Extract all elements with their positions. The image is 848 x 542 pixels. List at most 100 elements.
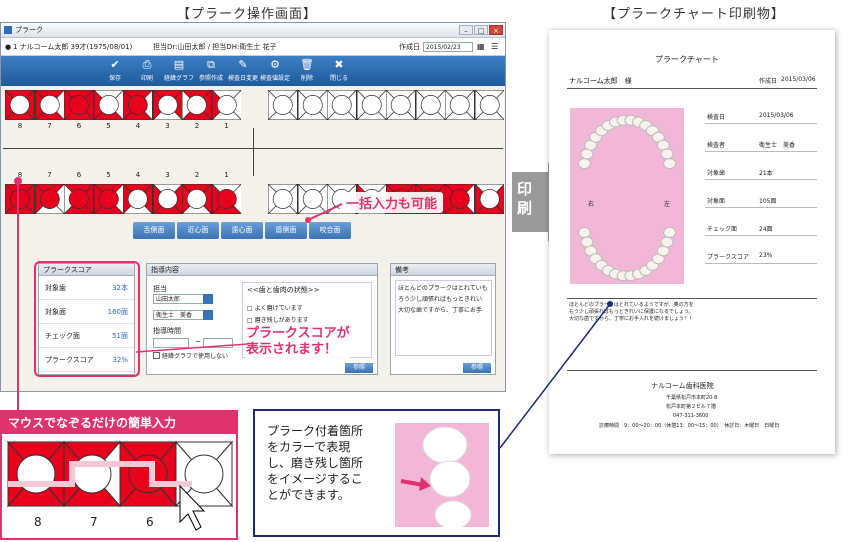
print-sheet-title: 【プラークチャート印刷物】 [603, 7, 785, 22]
sheet-row-label: 対象面 [707, 198, 726, 205]
title-bar: プラーク – □ × [1, 23, 505, 38]
chevron-down-icon[interactable] [203, 294, 213, 304]
sheet-row-value: 21本 [759, 170, 773, 177]
tooth-cell[interactable] [182, 184, 212, 214]
divider [705, 263, 817, 264]
divider [705, 123, 817, 124]
toolbar-button-3[interactable]: ⧉ 参照作成 [195, 56, 227, 86]
tooth-cell[interactable] [474, 90, 505, 120]
tooth-cell[interactable] [297, 90, 328, 120]
tooth-cell[interactable] [93, 184, 124, 214]
minimize-button[interactable]: – [459, 25, 473, 35]
zoom-box: マウスでなぞるだけの簡単入力 8 7 6 [0, 410, 238, 540]
sheet-row-label: プラークスコア [707, 254, 749, 261]
tooth-cell[interactable] [327, 90, 357, 120]
tooth-number: 3 [165, 122, 170, 130]
score-callout: プラークスコアが 表示されます！ [246, 326, 350, 358]
surface-button[interactable]: 近心面 [177, 222, 219, 239]
guidance-ref-button[interactable]: 参照 [345, 363, 373, 373]
tooth-number: 4 [135, 122, 141, 130]
toolbar-button-5[interactable]: ⚙ 検査値設定 [259, 56, 291, 86]
tooth-cell[interactable] [445, 184, 475, 214]
tooth-number: 1 [224, 171, 229, 179]
score-callout-pointer [135, 343, 249, 353]
sheet-row-value: 24面 [759, 226, 773, 233]
left-label: 左 [664, 201, 671, 208]
tooth-cell[interactable] [386, 90, 416, 120]
lower-tooth [660, 236, 674, 248]
staff-select-1[interactable]: 山田太郎 [153, 294, 209, 304]
tooth-number: 2 [194, 171, 200, 179]
toolbar-label: 経緯グラフ [163, 75, 194, 82]
tooth-cell[interactable] [64, 90, 94, 120]
list-icon[interactable]: ☰ [491, 38, 498, 56]
tooth-number: 1 [224, 122, 229, 130]
staff-select-2[interactable]: 衛生士 美香 [153, 310, 209, 320]
tooth-number: 6 [76, 171, 82, 179]
patient-info-bar: ● 1 ナルコーム太郎 39才(1975/08/01) 担当Dr:山田太郎 / … [1, 38, 505, 56]
calendar-icon[interactable]: ▦ [477, 38, 485, 56]
tooth-cell[interactable] [123, 184, 153, 214]
maximize-button[interactable]: □ [474, 25, 488, 35]
tooth-cell[interactable] [211, 90, 242, 120]
state-title: <<歯と歯肉の状態>> [247, 286, 320, 294]
toolbar-label: 検査日変更 [227, 75, 258, 82]
created-date-field[interactable]: 2015/02/23 [423, 42, 473, 52]
zoom-occlusal[interactable] [72, 454, 112, 494]
toolbar-button-0[interactable]: ✔ 保存 [99, 56, 131, 86]
zoom-occlusal[interactable] [128, 454, 168, 494]
tooth-number: 6 [76, 122, 82, 130]
tooth-diagram: 右 左 [570, 108, 684, 284]
tooth-cell[interactable] [182, 90, 212, 120]
toolbar-button-7[interactable]: ✖ 閉じる [323, 56, 355, 86]
toolbar-icon: ▤ [173, 58, 185, 71]
tooth-cell[interactable] [34, 184, 65, 214]
sheet-patient: ナルコーム太郎 様 [569, 77, 632, 85]
sheet-created-label: 作成日 [759, 78, 778, 85]
surface-button[interactable]: 遠心面 [221, 222, 263, 239]
tooth-number: 3 [165, 171, 170, 179]
toolbar-label: 閉じる [329, 75, 348, 82]
clinic-address1: 千葉県松戸市本町20-8 [666, 395, 718, 401]
clinic-phone: 047-311-3600 [673, 413, 709, 419]
note-ref-button[interactable]: 参照 [463, 363, 491, 373]
zoom-tooth-number: 7 [90, 515, 98, 529]
note-textbox[interactable]: ほとんどのプラークはとれていも ろう少し頑張ればもっときれい 大切な歯ですから、… [395, 280, 492, 356]
tooth-cell[interactable] [356, 90, 387, 120]
surface-button[interactable]: 舌側面 [133, 222, 175, 239]
tooth-cell[interactable] [268, 184, 298, 214]
tooth-cell[interactable] [64, 184, 94, 214]
clinic-hours: 診療時間 9：00～20：00（休憩13：00～15：00） 休診日：木曜日 日… [599, 423, 780, 429]
lower-tooth [577, 226, 591, 238]
toolbar-button-1[interactable]: ⎙ 印刷 [131, 56, 163, 86]
divider [567, 298, 817, 299]
right-label: 右 [588, 201, 595, 208]
note-panel: 備考 ほとんどのプラークはとれていも ろう少し頑張ればもっときれい 大切な歯です… [390, 263, 496, 375]
tooth-cell[interactable] [415, 90, 446, 120]
tooth-cell[interactable] [152, 90, 183, 120]
tooth-cell[interactable] [474, 184, 505, 214]
tooth-cell[interactable] [211, 184, 242, 214]
tooth-number: 4 [135, 171, 141, 179]
score-highlight [34, 261, 140, 377]
info-text: プラーク付着箇所 をカラーで表現 し、磨き残し箇所 をイメージするこ とができま… [267, 424, 364, 502]
trace-pointer-line [14, 177, 22, 415]
tooth-cell[interactable] [445, 90, 475, 120]
tooth-cell[interactable] [123, 90, 153, 120]
toolbar-button-6[interactable]: 🗑 削除 [291, 56, 323, 86]
zoom-occlusal[interactable] [184, 454, 224, 494]
toolbar-button-2[interactable]: ▤ 経緯グラフ [163, 56, 195, 86]
zoom-occlusal[interactable] [16, 454, 56, 494]
toolbar-icon: ✖ [334, 58, 344, 71]
upper-tooth [577, 158, 591, 170]
tooth-cell[interactable] [268, 90, 298, 120]
close-window-button[interactable]: × [489, 25, 503, 35]
toolbar-icon: ⚙ [270, 58, 280, 71]
toolbar-button-4[interactable]: ✎ 検査日変更 [227, 56, 259, 86]
tooth-cell[interactable] [152, 184, 183, 214]
toolbar-label: 印刷 [140, 75, 153, 82]
chevron-down-icon[interactable] [203, 310, 213, 320]
tooth-cell[interactable] [5, 90, 35, 120]
tooth-cell[interactable] [93, 90, 124, 120]
tooth-cell[interactable] [34, 90, 65, 120]
